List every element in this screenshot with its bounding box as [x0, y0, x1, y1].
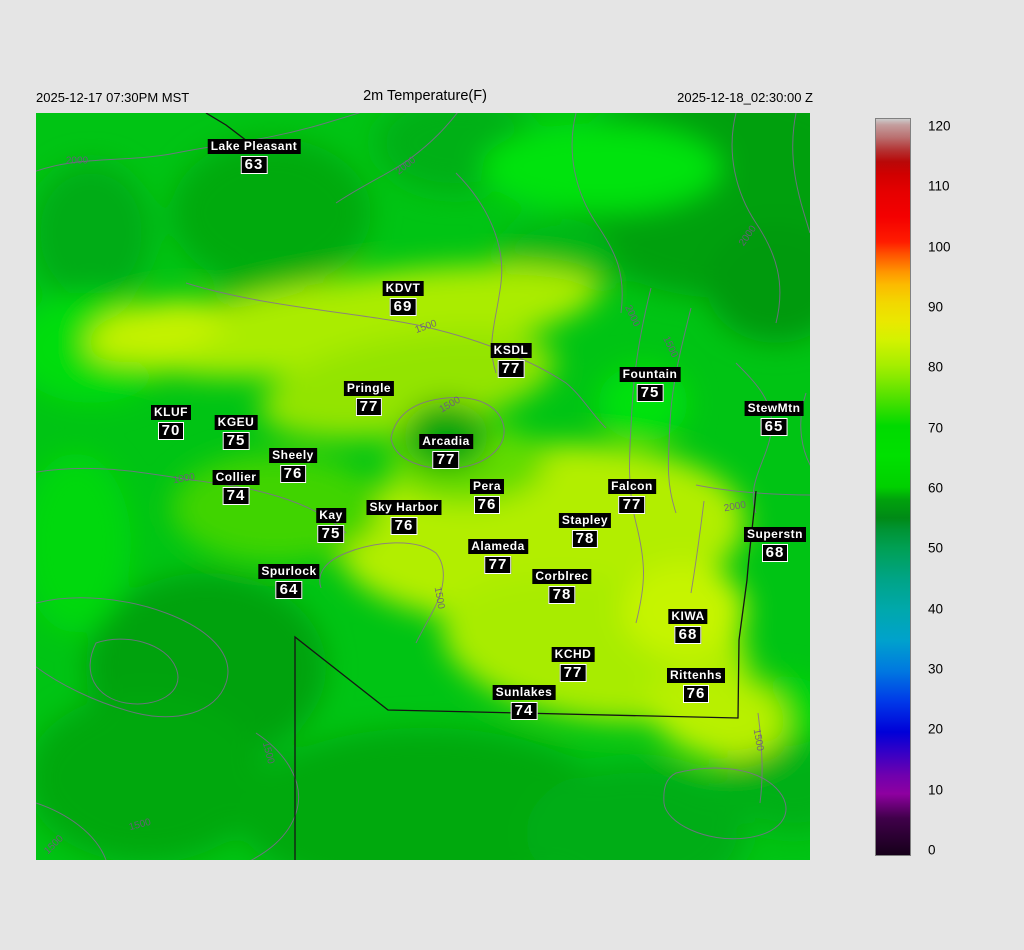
station-temperature: 69: [389, 298, 417, 316]
map-area: Lake Pleasant 63 KDVT 69 KSDL 77 Fountain 75 Ste…: [36, 113, 810, 860]
station-temperature: 70: [157, 422, 185, 440]
station-name: Sheely: [269, 448, 317, 463]
station-temperature: 74: [510, 702, 538, 720]
colorbar-tick-90: 90: [928, 299, 944, 315]
station-temperature: 74: [222, 487, 250, 505]
station-temperature: 78: [571, 530, 599, 548]
station-temperature: 77: [432, 451, 460, 469]
contour-label: 2000: [65, 155, 89, 167]
station-superstn: Superstn 68: [743, 525, 807, 562]
station-pringle: Pringle 77: [343, 379, 395, 416]
station-stapley: Stapley 78: [558, 511, 612, 548]
station-temperature: 76: [473, 496, 501, 514]
station-kluf: KLUF 70: [151, 403, 191, 440]
station-name: KGEU: [214, 415, 258, 430]
station-name: Pera: [469, 479, 505, 494]
colorbar-tick-labels: 120 110 100 90 80 70 60 50 40 30 20 10 0: [928, 118, 988, 858]
station-alameda: Alameda 77: [468, 537, 528, 574]
station-name: Pringle: [343, 381, 395, 396]
station-ksdl: KSDL 77: [490, 341, 532, 378]
station-name: Kay: [316, 508, 346, 523]
station-name: Alameda: [468, 539, 528, 554]
station-fountain: Fountain 75: [619, 365, 681, 402]
station-temperature: 75: [317, 525, 345, 543]
colorbar-tick-120: 120: [928, 118, 951, 134]
temperature-field: [36, 113, 810, 860]
station-temperature: 68: [674, 626, 702, 644]
station-corblrec: Corblrec 78: [532, 567, 592, 604]
station-lake-pleasant: Lake Pleasant 63: [207, 137, 301, 174]
station-sunlakes: Sunlakes 74: [492, 683, 556, 720]
station-temperature: 75: [222, 432, 250, 450]
station-temperature: 77: [559, 664, 587, 682]
station-temperature: 78: [548, 586, 576, 604]
station-name: KSDL: [490, 343, 532, 358]
station-name: KIWA: [668, 609, 708, 624]
colorbar-tick-60: 60: [928, 480, 944, 496]
colorbar-tick-80: 80: [928, 359, 944, 375]
station-name: Spurlock: [258, 564, 320, 579]
station-falcon: Falcon 77: [608, 477, 656, 514]
station-temperature: 76: [390, 517, 418, 535]
station-temperature: 77: [484, 556, 512, 574]
station-name: Fountain: [619, 367, 681, 382]
station-pera: Pera 76: [469, 477, 505, 514]
station-stewmtn: StewMtn 65: [744, 399, 804, 436]
station-name: StewMtn: [744, 401, 804, 416]
station-name: Stapley: [558, 513, 612, 528]
station-sheely: Sheely 76: [269, 446, 317, 483]
station-temperature: 77: [618, 496, 646, 514]
station-name: Superstn: [743, 527, 807, 542]
station-temperature: 75: [636, 384, 664, 402]
station-arcadia: Arcadia 77: [419, 432, 473, 469]
station-name: Collier: [212, 470, 260, 485]
station-name: Corblrec: [532, 569, 592, 584]
colorbar-tick-70: 70: [928, 420, 944, 436]
station-kay: Kay 75: [316, 506, 346, 543]
station-name: Rittenhs: [667, 668, 725, 683]
colorbar-tick-10: 10: [928, 782, 944, 798]
station-collier: Collier 74: [212, 468, 260, 505]
station-name: Lake Pleasant: [207, 139, 301, 154]
colorbar-tick-30: 30: [928, 661, 944, 677]
station-sky-harbor: Sky Harbor 76: [366, 498, 442, 535]
colorbar-tick-20: 20: [928, 721, 944, 737]
colorbar-tick-40: 40: [928, 601, 944, 617]
colorbar-tick-50: 50: [928, 540, 944, 556]
station-kdvt: KDVT 69: [382, 279, 424, 316]
station-spurlock: Spurlock 64: [258, 562, 320, 599]
station-temperature: 77: [355, 398, 383, 416]
station-kchd: KCHD 77: [551, 645, 595, 682]
station-temperature: 68: [761, 544, 789, 562]
temperature-colorbar: [875, 118, 911, 856]
station-temperature: 76: [682, 685, 710, 703]
station-name: Sunlakes: [492, 685, 556, 700]
station-name: Arcadia: [419, 434, 473, 449]
station-temperature: 63: [240, 156, 268, 174]
valid-utc-time: 2025-12-18_02:30:00 Z: [677, 90, 813, 105]
station-kgeu: KGEU 75: [214, 413, 258, 450]
station-name: KDVT: [382, 281, 424, 296]
station-temperature: 77: [497, 360, 525, 378]
station-name: KCHD: [551, 647, 595, 662]
station-kiwa: KIWA 68: [668, 607, 708, 644]
station-name: Sky Harbor: [366, 500, 442, 515]
colorbar-tick-0: 0: [928, 842, 936, 858]
station-name: Falcon: [608, 479, 656, 494]
station-name: KLUF: [151, 405, 191, 420]
station-temperature: 76: [279, 465, 307, 483]
station-temperature: 64: [275, 581, 303, 599]
colorbar-tick-110: 110: [928, 178, 950, 194]
colorbar-tick-100: 100: [928, 239, 951, 255]
station-temperature: 65: [760, 418, 788, 436]
station-rittenhs: Rittenhs 76: [667, 666, 725, 703]
